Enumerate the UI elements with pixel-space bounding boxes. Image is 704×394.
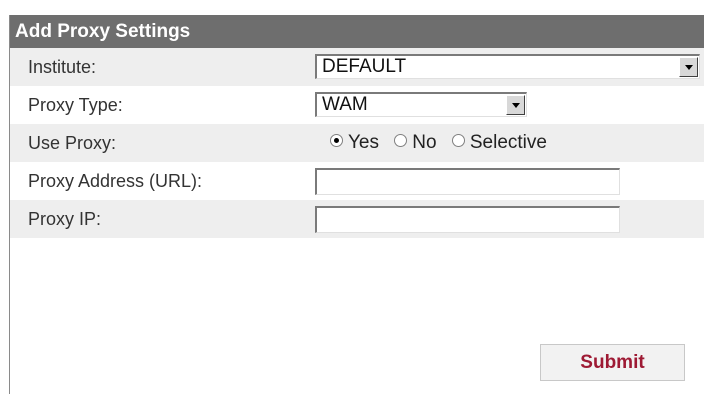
chevron-down-icon[interactable] (679, 57, 698, 77)
use-proxy-label: Use Proxy: (28, 133, 117, 153)
proxy-type-select[interactable]: WAM (315, 92, 527, 117)
proxy-address-row: Proxy Address (URL): (10, 162, 704, 200)
use-proxy-selective-option[interactable]: Selective (451, 124, 547, 162)
radio-yes-label: Yes (348, 132, 379, 153)
institute-row: Institute: DEFAULT (10, 48, 704, 86)
proxy-type-label: Proxy Type: (28, 95, 123, 115)
radio-selective-label: Selective (469, 132, 547, 153)
radio-selective[interactable] (451, 134, 465, 148)
use-proxy-row: Use Proxy: Yes No Selective (10, 124, 704, 162)
add-proxy-settings-panel: Add Proxy Settings Institute: DEFAULT Pr… (9, 15, 704, 394)
proxy-ip-label: Proxy IP: (28, 209, 102, 229)
institute-label: Institute: (28, 57, 97, 77)
radio-no[interactable] (394, 134, 408, 148)
use-proxy-no-option[interactable]: No (394, 124, 437, 162)
institute-select[interactable]: DEFAULT (315, 54, 700, 79)
proxy-ip-input[interactable] (315, 206, 620, 233)
proxy-type-row: Proxy Type: WAM (10, 86, 704, 124)
submit-button[interactable]: Submit (540, 344, 685, 381)
proxy-address-label: Proxy Address (URL): (28, 171, 203, 191)
institute-select-value: DEFAULT (322, 56, 407, 77)
radio-yes[interactable] (330, 134, 343, 148)
use-proxy-yes-option[interactable]: Yes (330, 124, 379, 162)
radio-no-label: No (412, 132, 437, 153)
chevron-down-icon[interactable] (506, 95, 525, 115)
proxy-address-input[interactable] (315, 168, 620, 195)
proxy-ip-row: Proxy IP: (10, 200, 704, 238)
panel-title: Add Proxy Settings (10, 15, 704, 48)
use-proxy-radio-group: Yes No Selective (330, 124, 557, 162)
proxy-type-select-value: WAM (322, 94, 368, 115)
